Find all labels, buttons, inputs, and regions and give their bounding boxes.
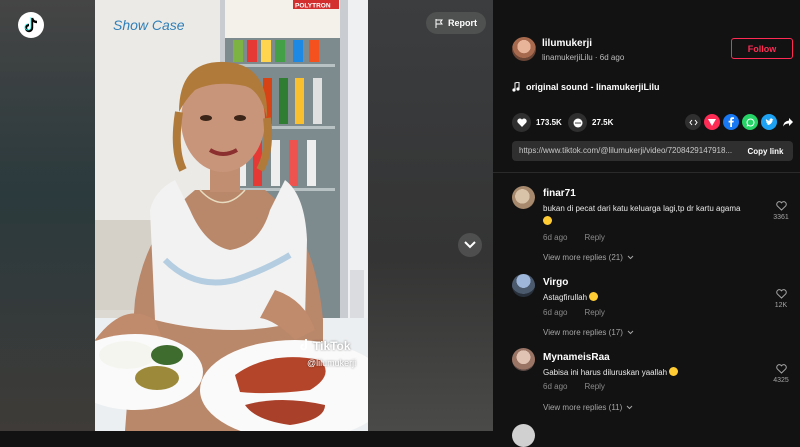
view-more-label: View more replies (17) bbox=[543, 328, 623, 337]
comment-icon[interactable] bbox=[568, 113, 587, 132]
comment-author[interactable]: finar71 bbox=[543, 188, 576, 199]
like-count: 173.5K bbox=[536, 118, 562, 127]
whatsapp-icon[interactable] bbox=[742, 114, 758, 130]
tiktok-watermark: TikTok bbox=[300, 339, 351, 353]
view-more-replies[interactable]: View more replies (11) bbox=[543, 403, 633, 412]
comment-avatar[interactable] bbox=[512, 424, 535, 447]
report-label: Report bbox=[448, 18, 477, 28]
reply-button[interactable]: Reply bbox=[584, 382, 604, 391]
heart-outline-icon bbox=[775, 364, 787, 374]
comment-author[interactable]: Virgo bbox=[543, 277, 568, 288]
sound-label: original sound - linamukerjiLilu bbox=[526, 82, 660, 92]
heart-icon[interactable] bbox=[512, 113, 531, 132]
sound-link[interactable]: original sound - linamukerjiLilu bbox=[512, 82, 660, 92]
view-more-replies[interactable]: View more replies (21) bbox=[543, 253, 634, 262]
view-more-label: View more replies (21) bbox=[543, 253, 623, 262]
heart-outline-icon bbox=[775, 289, 787, 299]
comment-count: 27.5K bbox=[592, 118, 614, 127]
comment-meta: 6d ago Reply bbox=[543, 308, 605, 317]
comment-meta: 6d ago Reply bbox=[543, 382, 605, 391]
reply-button[interactable]: Reply bbox=[584, 233, 604, 242]
author-subtitle: linamukerjiLilu · 6d ago bbox=[542, 53, 625, 62]
comment-author[interactable]: MynameisRaa bbox=[543, 352, 610, 363]
comment-text-body: bukan di pecat dari katu keluarga lagi,t… bbox=[543, 204, 741, 213]
comment-like-count: 3361 bbox=[773, 214, 789, 221]
video-panel: Show Case POLYTRON Report TikTok @lilumu… bbox=[0, 0, 493, 431]
comment-stat[interactable]: 27.5K bbox=[568, 113, 613, 132]
comment-date: 6d ago bbox=[543, 308, 568, 317]
tiktok-watermark-icon bbox=[300, 339, 310, 351]
heart-outline-icon bbox=[775, 201, 787, 211]
next-video-button[interactable] bbox=[458, 233, 482, 257]
tiktok-logo-icon[interactable] bbox=[18, 12, 44, 38]
comment-avatar[interactable] bbox=[512, 274, 535, 297]
comment-meta: 6d ago Reply bbox=[543, 233, 605, 242]
follow-button[interactable]: Follow bbox=[731, 38, 793, 59]
report-button[interactable]: Report bbox=[426, 12, 486, 34]
comment-like[interactable]: 3361 bbox=[770, 201, 792, 221]
embed-icon[interactable] bbox=[685, 114, 701, 130]
chevron-down-icon bbox=[626, 405, 633, 410]
author-avatar[interactable] bbox=[512, 37, 536, 61]
facebook-icon[interactable] bbox=[723, 114, 739, 130]
watermark-text: TikTok bbox=[313, 339, 351, 353]
twitter-icon[interactable] bbox=[761, 114, 777, 130]
sad-emoji-icon bbox=[589, 292, 599, 301]
comment-text-body: Astagfirullah bbox=[543, 293, 588, 302]
reply-button[interactable]: Reply bbox=[584, 308, 604, 317]
like-stat[interactable]: 173.5K bbox=[512, 113, 562, 132]
comment-avatar[interactable] bbox=[512, 186, 535, 209]
polytron-brand: POLYTRON bbox=[295, 3, 331, 10]
share-arrow-icon[interactable] bbox=[780, 114, 796, 130]
chevron-down-icon bbox=[627, 255, 634, 260]
watermark-username: @lilumukerji bbox=[307, 358, 357, 368]
divider bbox=[493, 172, 800, 173]
comment-like[interactable]: 12K bbox=[770, 289, 792, 309]
flag-icon bbox=[435, 18, 443, 28]
comment-like-count: 12K bbox=[774, 302, 788, 309]
comment-like[interactable]: 4325 bbox=[770, 364, 792, 384]
comment-like-count: 4325 bbox=[773, 377, 789, 384]
chevron-down-icon bbox=[627, 330, 634, 335]
sad-emoji-icon bbox=[669, 367, 679, 376]
video-link-text[interactable]: https://www.tiktok.com/@lilumukerji/vide… bbox=[519, 146, 739, 155]
music-note-icon bbox=[512, 82, 520, 92]
comment-avatar[interactable] bbox=[512, 348, 535, 371]
chevron-down-icon bbox=[464, 241, 476, 249]
copy-link-button[interactable]: Copy link bbox=[738, 141, 793, 161]
comment-text-body: Gabisa ini harus diluruskan yaallah bbox=[543, 368, 668, 377]
comment-date: 6d ago bbox=[543, 382, 568, 391]
send-friends-icon[interactable] bbox=[704, 114, 720, 130]
comment-date: 6d ago bbox=[543, 233, 568, 242]
shop-sign-text: Show Case bbox=[113, 17, 185, 33]
grin-emoji-icon bbox=[543, 216, 552, 225]
comment-text: Astagfirullah bbox=[543, 291, 748, 304]
author-name[interactable]: lilumukerji bbox=[542, 38, 592, 49]
comment-text: Gabisa ini harus diluruskan yaallah bbox=[543, 366, 748, 379]
view-more-replies[interactable]: View more replies (17) bbox=[543, 328, 634, 337]
view-more-label: View more replies (11) bbox=[543, 403, 623, 412]
comment-text: bukan di pecat dari katu keluarga lagi,t… bbox=[543, 202, 748, 228]
